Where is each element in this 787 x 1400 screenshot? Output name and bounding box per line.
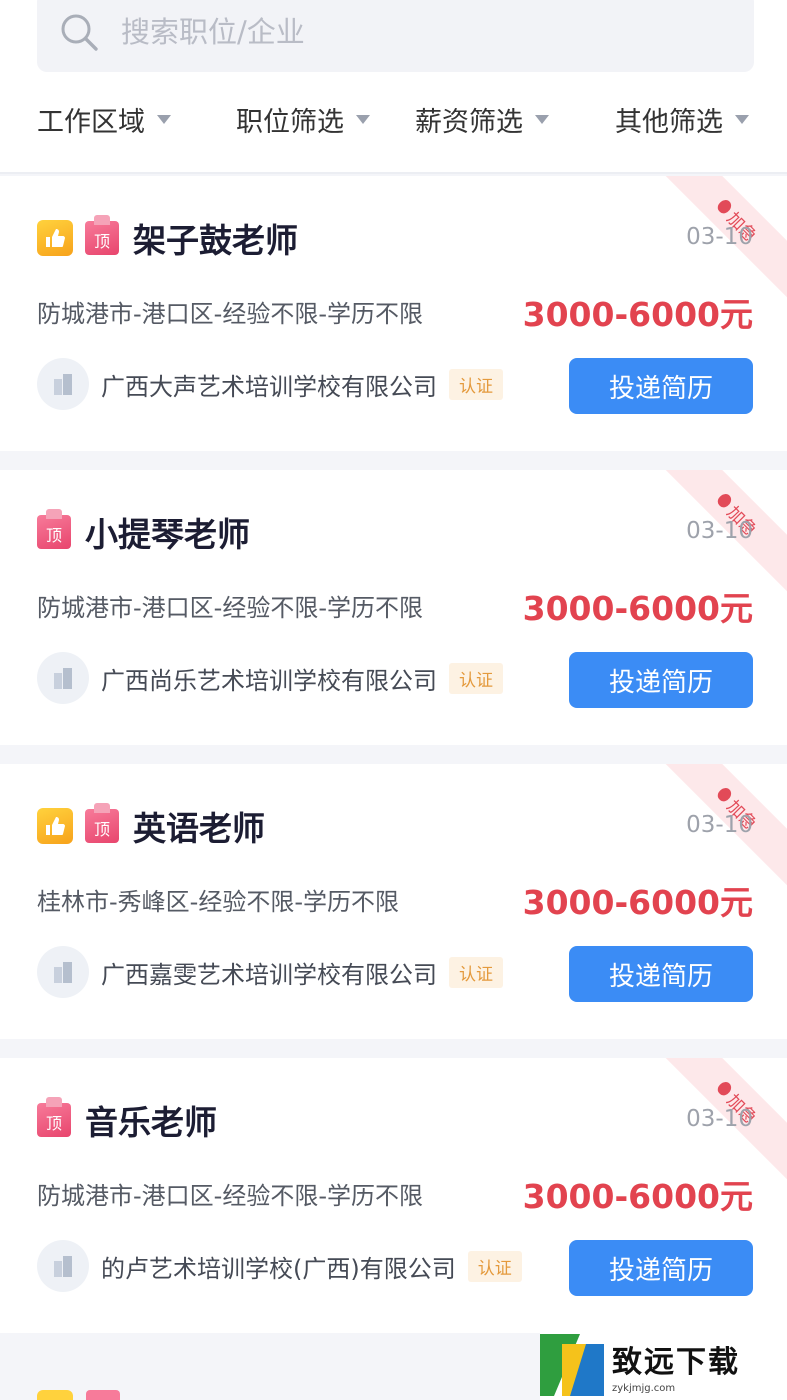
job-card[interactable]: 加急 顶 小提琴老师 03-10 防城港市-港口区-经验不限-学历不限 3000… <box>0 470 787 745</box>
pinned-top-icon: 顶 <box>85 803 119 843</box>
job-title-row: 顶 架子鼓老师 <box>37 215 298 260</box>
dropdown-triangle-icon <box>157 115 171 124</box>
pinned-label: 顶 <box>45 526 62 545</box>
job-card[interactable]: 加急 顶 音乐老师 03-10 防城港市-港口区-经验不限-学历不限 3000-… <box>0 1058 787 1333</box>
company-row: 广西尚乐艺术培训学校有限公司 认证 <box>37 652 503 704</box>
job-title-row: 顶 音乐老师 <box>37 1097 217 1142</box>
company-row: 广西大声艺术培训学校有限公司 认证 <box>37 358 503 410</box>
certified-badge: 认证 <box>449 368 503 400</box>
post-date: 03-10 <box>686 224 753 250</box>
watermark: 致远下载 zykjmjg.com <box>540 1330 787 1400</box>
job-location: 防城港市-港口区-经验不限-学历不限 <box>37 1182 423 1210</box>
company-row: 广西嘉雯艺术培训学校有限公司 认证 <box>37 946 503 998</box>
thumbs-up-icon <box>37 220 73 256</box>
company-name: 的卢艺术培训学校(广西)有限公司 <box>101 1254 456 1283</box>
dropdown-triangle-icon <box>356 115 370 124</box>
job-salary: 3000-6000元 <box>522 295 753 334</box>
filter-bar: 工作区域 职位筛选 薪资筛选 其他筛选 <box>0 100 787 140</box>
post-date: 03-10 <box>686 812 753 838</box>
company-name: 广西嘉雯艺术培训学校有限公司 <box>101 960 437 989</box>
search-input[interactable] <box>121 15 681 49</box>
job-card[interactable]: 加急 顶 英语老师 03-10 桂林市-秀峰区-经验不限-学历不限 3000-6… <box>0 764 787 1039</box>
job-location: 防城港市-港口区-经验不限-学历不限 <box>37 594 423 622</box>
job-salary: 3000-6000元 <box>522 883 753 922</box>
dropdown-triangle-icon <box>735 115 749 124</box>
thumbs-up-icon <box>37 808 73 844</box>
filter-position[interactable]: 职位筛选 <box>236 100 370 139</box>
next-card-thumbs-up-icon <box>37 1390 73 1400</box>
filter-work-area[interactable]: 工作区域 <box>37 100 171 139</box>
post-date: 03-10 <box>686 1106 753 1132</box>
job-location: 防城港市-港口区-经验不限-学历不限 <box>37 300 423 328</box>
company-building-icon <box>37 1240 89 1292</box>
pinned-top-icon: 顶 <box>37 1097 71 1137</box>
top-header: 工作区域 职位筛选 薪资筛选 其他筛选 <box>0 0 787 174</box>
apply-resume-button[interactable]: 投递简历 <box>569 358 753 414</box>
company-building-icon <box>37 358 89 410</box>
filter-label: 薪资筛选 <box>415 107 523 138</box>
filter-label: 其他筛选 <box>615 107 723 138</box>
filter-salary[interactable]: 薪资筛选 <box>415 100 549 139</box>
watermark-url: zykjmjg.com <box>612 1382 676 1394</box>
watermark-logo <box>540 1334 604 1396</box>
job-title: 英语老师 <box>133 809 265 848</box>
pinned-top-icon: 顶 <box>85 215 119 255</box>
company-row: 的卢艺术培训学校(广西)有限公司 认证 <box>37 1240 522 1292</box>
pinned-label: 顶 <box>45 1114 62 1133</box>
pinned-label: 顶 <box>93 232 110 251</box>
certified-badge: 认证 <box>449 662 503 694</box>
apply-resume-button[interactable]: 投递简历 <box>569 652 753 708</box>
dropdown-triangle-icon <box>535 115 549 124</box>
next-card-pinned-icon <box>86 1390 120 1400</box>
company-building-icon <box>37 652 89 704</box>
job-salary: 3000-6000元 <box>522 1177 753 1216</box>
job-card[interactable]: 加急 顶 架子鼓老师 03-10 防城港市-港口区-经验不限-学历不限 3000… <box>0 176 787 451</box>
search-bar[interactable] <box>37 0 754 72</box>
apply-resume-button[interactable]: 投递简历 <box>569 946 753 1002</box>
filter-label: 职位筛选 <box>236 107 344 138</box>
filter-other[interactable]: 其他筛选 <box>615 100 749 139</box>
job-title: 小提琴老师 <box>85 515 250 554</box>
watermark-title: 致远下载 <box>612 1344 740 1380</box>
company-building-icon <box>37 946 89 998</box>
job-location: 桂林市-秀峰区-经验不限-学历不限 <box>37 888 399 916</box>
company-name: 广西尚乐艺术培训学校有限公司 <box>101 666 437 695</box>
job-title-row: 顶 英语老师 <box>37 803 265 848</box>
filter-label: 工作区域 <box>37 107 145 138</box>
company-name: 广西大声艺术培训学校有限公司 <box>101 372 437 401</box>
job-title: 音乐老师 <box>85 1103 217 1142</box>
job-title-row: 顶 小提琴老师 <box>37 509 250 554</box>
pinned-label: 顶 <box>93 820 110 839</box>
job-salary: 3000-6000元 <box>522 589 753 628</box>
job-title: 架子鼓老师 <box>133 221 298 260</box>
certified-badge: 认证 <box>467 1250 522 1282</box>
certified-badge: 认证 <box>449 956 503 988</box>
apply-resume-button[interactable]: 投递简历 <box>569 1240 753 1296</box>
post-date: 03-10 <box>686 518 753 544</box>
search-icon <box>61 14 98 51</box>
pinned-top-icon: 顶 <box>37 509 71 549</box>
